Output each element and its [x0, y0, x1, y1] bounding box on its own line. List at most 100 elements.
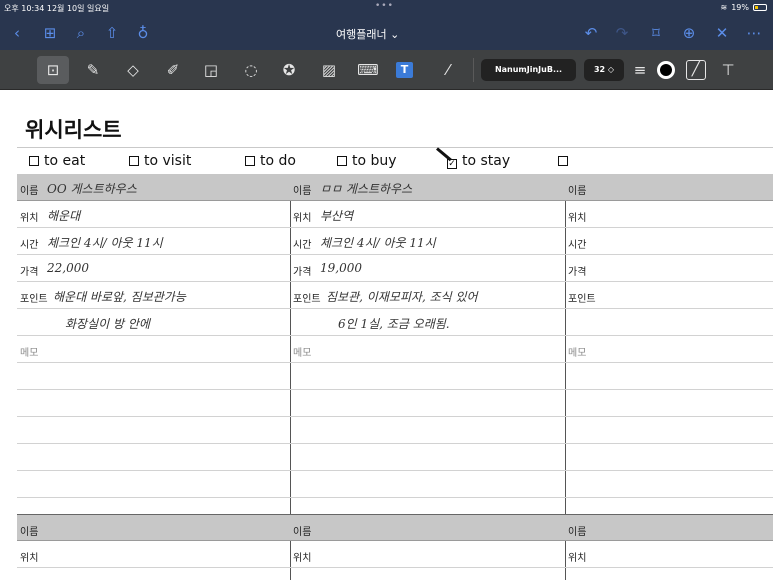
lodging-column: 이름 OO 게스트하우스 위치 해운대 시간 체크인 4시/ 아웃 11시 가격 22,000… [17, 174, 290, 580]
handwritten-value[interactable]: 해운대 [47, 207, 80, 224]
field-label: 포인트 [568, 294, 596, 305]
redo-icon[interactable]: ↷ [613, 24, 631, 42]
point-continued-row [565, 309, 773, 336]
memo-row: 메모 [290, 336, 565, 363]
field-label: 이름 [20, 186, 39, 197]
field-label: 위치 [568, 553, 587, 564]
handwritten-value[interactable]: 19,000 [320, 261, 362, 275]
eraser-icon[interactable]: ◇ [122, 60, 144, 80]
handwritten-value[interactable]: 해운대 바로앞, 짐보관가능 [53, 288, 186, 305]
checkbox-icon[interactable] [337, 156, 347, 166]
font-size-picker[interactable]: 32 ◇ [584, 59, 624, 81]
field-label: 포인트 [20, 294, 48, 305]
memo-row: 메모 [17, 336, 290, 363]
next-name-row: 이름 [17, 514, 290, 541]
memo-line [290, 444, 565, 471]
category-to-buy[interactable]: to buy [337, 153, 397, 169]
no-fill-icon[interactable]: ╱ [686, 60, 706, 80]
field-label: 가격 [568, 267, 587, 278]
time-row: 시간 체크인 4시/ 아웃 11시 [290, 228, 565, 255]
field-label: 이름 [568, 527, 587, 538]
handwritten-value[interactable]: 부산역 [320, 207, 353, 224]
checkbox-icon[interactable] [129, 156, 139, 166]
price-row: 가격 19,000 [290, 255, 565, 282]
checkbox-icon[interactable] [29, 156, 39, 166]
grid-view-icon[interactable]: ⊞ [41, 24, 59, 42]
pen-icon[interactable]: ✎ [82, 60, 104, 80]
toolbar-divider [473, 58, 474, 82]
text-style-icon[interactable]: ⊤ [717, 60, 739, 80]
drawing-toolbar: ⊡ ✎ ◇ ✐ ◲ ◌ ✪ ▨ ⌨ T ⁄ NanumJinJuB... 32 … [0, 50, 773, 90]
category-blank[interactable] [558, 153, 573, 169]
undo-icon[interactable]: ↶ [582, 24, 600, 42]
highlighter-icon[interactable]: ✐ [162, 60, 184, 80]
back-icon[interactable]: ‹ [8, 24, 26, 42]
memo-line [565, 390, 773, 417]
next-name-row: 이름 [290, 514, 565, 541]
status-bar: 오후 10:34 12월 10일 일요일 ••• ≋ 19% [0, 0, 773, 16]
page-title: 위시리스트 [25, 118, 122, 142]
handwritten-value[interactable]: ㅁㅁ 게스트하우스 [320, 180, 412, 197]
field-label: 위치 [293, 553, 312, 564]
keyboard-icon[interactable]: ⌨ [357, 60, 379, 80]
memo-line [565, 363, 773, 390]
field-label: 메모 [20, 348, 39, 359]
handwritten-value[interactable]: OO 게스트하우스 [47, 180, 137, 197]
wifi-icon: ≋ [720, 3, 728, 12]
lasso-icon[interactable]: ◌ [240, 60, 262, 80]
share-icon[interactable]: ⇧ [103, 24, 121, 42]
add-page-icon[interactable]: ⊕ [680, 24, 698, 42]
field-label: 이름 [20, 527, 39, 538]
checkbox-icon[interactable] [245, 156, 255, 166]
handwritten-value[interactable]: 체크인 4시/ 아웃 11시 [320, 234, 436, 251]
memo-line [565, 471, 773, 498]
memo-line [290, 417, 565, 444]
document-title-menu[interactable]: 여행플래너 ⌄ [336, 26, 399, 42]
name-row: 이름 [565, 174, 773, 201]
next-location-row: 위치 [290, 541, 565, 568]
handwritten-value[interactable]: 6인 1실, 조금 오래됨. [338, 315, 450, 332]
status-right: ≋ 19% [721, 3, 767, 12]
status-time: 오후 10:34 12월 10일 일요일 [4, 4, 110, 13]
category-to-do[interactable]: to do [245, 153, 296, 169]
next-location-row: 위치 [565, 541, 773, 568]
time-row: 시간 체크인 4시/ 아웃 11시 [17, 228, 290, 255]
next-location-row: 위치 [17, 541, 290, 568]
text-tool-icon[interactable]: T [396, 62, 413, 78]
sticker-icon[interactable]: ✪ [278, 60, 300, 80]
font-name-picker[interactable]: NanumJinJuB... [481, 59, 576, 81]
point-row: 포인트 짐보관, 이재모피자, 조식 있어 [290, 282, 565, 309]
category-to-visit[interactable]: to visit [129, 153, 191, 169]
bookmark-icon[interactable]: ⌑ [647, 24, 665, 42]
field-label: 위치 [20, 213, 39, 224]
laser-pointer-icon[interactable]: ⁄ [437, 60, 459, 80]
category-to-eat[interactable]: to eat [29, 153, 85, 169]
memo-line [17, 390, 290, 417]
close-icon[interactable]: ✕ [713, 24, 731, 42]
point-row: 포인트 해운대 바로앞, 짐보관가능 [17, 282, 290, 309]
image-icon[interactable]: ▨ [318, 60, 340, 80]
search-icon[interactable]: ⌕ [72, 24, 90, 42]
memo-line [17, 417, 290, 444]
microphone-icon[interactable]: ♁ [134, 24, 152, 42]
text-align-icon[interactable]: ≡ [629, 60, 651, 80]
category-checklist: to eat to visit to do to buy ✓ to stay [17, 147, 773, 173]
more-icon[interactable]: ⋯ [745, 24, 763, 42]
field-label: 메모 [568, 348, 587, 359]
memo-line [17, 471, 290, 498]
color-black-swatch[interactable] [657, 61, 675, 79]
memo-line [565, 417, 773, 444]
price-row: 가격 [565, 255, 773, 282]
handwritten-value[interactable]: 체크인 4시/ 아웃 11시 [47, 234, 163, 251]
time-row: 시간 [565, 228, 773, 255]
handwritten-value[interactable]: 짐보관, 이재모피자, 조식 있어 [326, 288, 478, 305]
zoom-window-icon[interactable]: ⊡ [42, 60, 64, 80]
category-to-stay[interactable]: ✓ to stay [447, 153, 510, 169]
handwritten-value[interactable]: 22,000 [47, 261, 89, 275]
location-row: 위치 부산역 [290, 201, 565, 228]
checkbox-icon[interactable] [558, 156, 568, 166]
multitask-dots[interactable]: ••• [375, 1, 394, 11]
lodging-column: 이름 ㅁㅁ 게스트하우스 위치 부산역 시간 체크인 4시/ 아웃 11시 가격 19,000… [290, 174, 565, 580]
shapes-icon[interactable]: ◲ [200, 60, 222, 80]
handwritten-value[interactable]: 화장실이 방 안에 [65, 315, 150, 332]
